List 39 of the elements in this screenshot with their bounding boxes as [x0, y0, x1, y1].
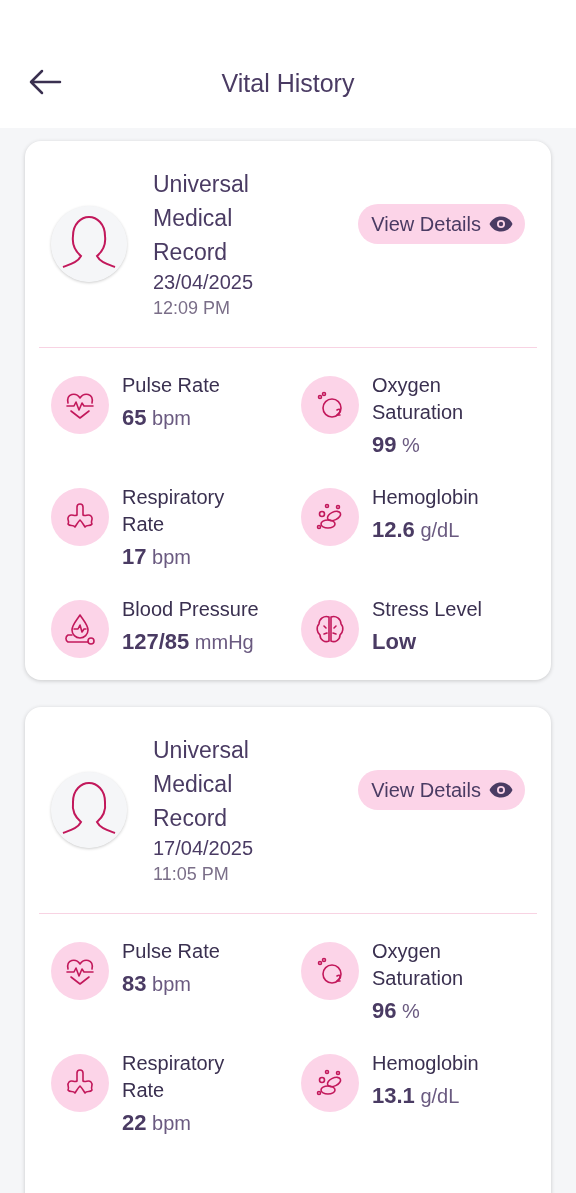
record-title: Universal Medical Record: [153, 736, 250, 833]
eye-icon: [489, 782, 513, 798]
vital-value: 83 bpm: [122, 971, 192, 997]
avatar-icon: [51, 206, 127, 282]
vital-value: 22 bpm: [122, 1110, 192, 1136]
record-date: 17/04/2025: [153, 836, 255, 861]
vital-label: Stress Level: [372, 597, 483, 622]
vital-label: Oxygen Saturation: [372, 939, 465, 991]
vital-label: Hemoglobin: [372, 1051, 479, 1076]
view-details-button[interactable]: View Details: [358, 204, 525, 244]
view-details-button[interactable]: View Details: [358, 770, 525, 810]
pulse-icon: [51, 376, 109, 434]
eye-icon: [489, 216, 513, 232]
vital-value: 127/85 mmHg: [122, 629, 255, 655]
vital-value: 17 bpm: [122, 544, 192, 570]
avatar-icon: [51, 772, 127, 848]
vital-label: Blood Pressure: [122, 597, 259, 622]
hemoglobin-icon: [301, 488, 359, 546]
record-time: 12:09 PM: [153, 297, 232, 320]
vital-label: Hemoglobin: [372, 485, 479, 510]
vital-label: Pulse Rate: [122, 939, 220, 964]
screen-title: Vital History: [221, 68, 355, 98]
hemoglobin-icon: [301, 1054, 359, 1112]
vital-label: Pulse Rate: [122, 373, 220, 398]
vital-value: 13.1 g/dL: [372, 1083, 461, 1109]
vital-value: Low: [372, 629, 417, 655]
back-arrow-icon[interactable]: [28, 69, 62, 95]
pulse-icon: [51, 942, 109, 1000]
vital-label: Respiratory Rate: [122, 1051, 226, 1103]
vital-value: 96 %: [372, 998, 421, 1024]
vital-value: 12.6 g/dL: [372, 517, 461, 543]
vital-value: 65 bpm: [122, 405, 192, 431]
vital-value: 99 %: [372, 432, 421, 458]
record-title: Universal Medical Record: [153, 170, 250, 267]
vital-label: Respiratory Rate: [122, 485, 226, 537]
record-date: 23/04/2025: [153, 270, 255, 295]
blood-pressure-icon: [51, 600, 109, 658]
vital-label: Oxygen Saturation: [372, 373, 465, 425]
record-time: 11:05 PM: [153, 863, 230, 886]
